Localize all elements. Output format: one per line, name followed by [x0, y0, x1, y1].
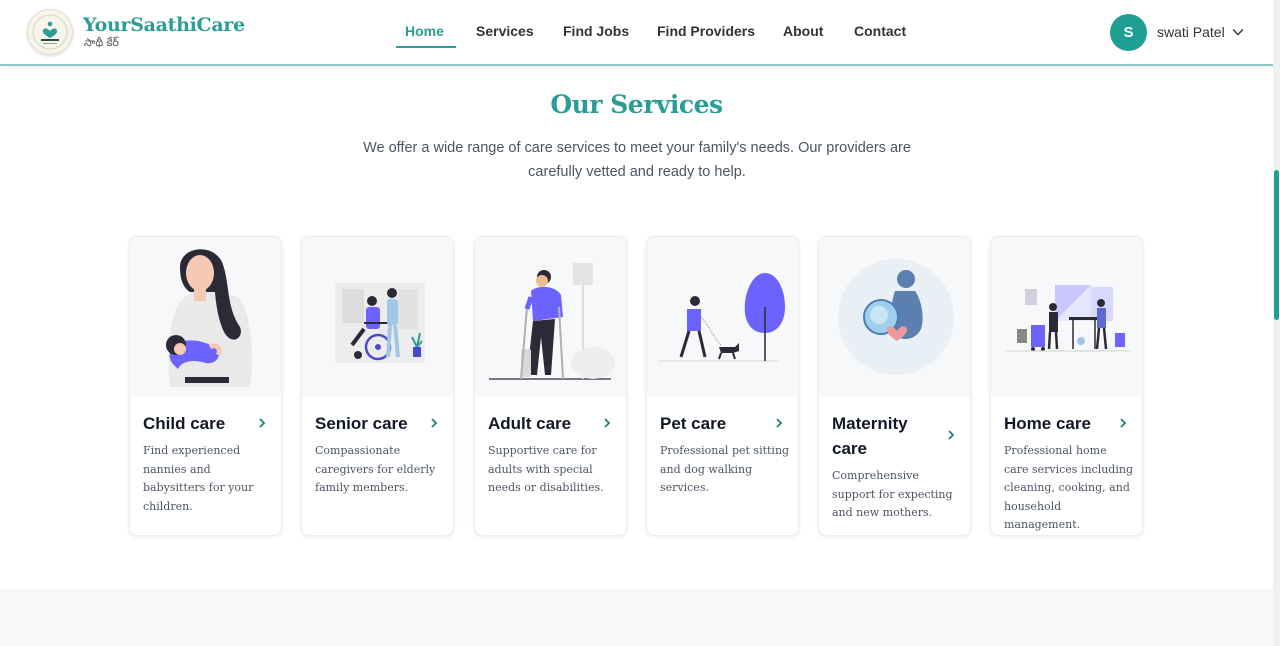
- nav-find-jobs[interactable]: Find Jobs: [563, 23, 629, 39]
- user-avatar[interactable]: S: [1110, 14, 1147, 51]
- section-description: We offer a wide range of care services t…: [363, 140, 911, 180]
- senior-care-illustration: [302, 237, 453, 397]
- nav-contact[interactable]: Contact: [854, 23, 906, 39]
- chevron-right-icon[interactable]: [257, 417, 267, 429]
- chevron-right-icon[interactable]: [946, 429, 956, 441]
- brand-name[interactable]: YourSaathiCare: [83, 14, 245, 36]
- user-name[interactable]: swati Patel: [1157, 24, 1225, 40]
- page-scrollbar[interactable]: [1273, 0, 1280, 646]
- service-card-pet-care[interactable]: Pet care Professional pet sitting and do…: [646, 236, 799, 536]
- card-description: Professional home care services includin…: [1004, 444, 1133, 531]
- chevron-right-icon[interactable]: [429, 417, 439, 429]
- nav-home[interactable]: Home: [405, 23, 444, 39]
- card-description: Find experienced nannies and babysitters…: [143, 444, 254, 513]
- service-card-child-care[interactable]: Child care Find experienced nannies and …: [129, 236, 282, 536]
- chevron-right-icon[interactable]: [602, 417, 612, 429]
- chevron-right-icon[interactable]: [774, 417, 784, 429]
- card-title[interactable]: Maternity care: [832, 411, 942, 461]
- service-card-senior-care[interactable]: Senior care Compassionate caregivers for…: [301, 236, 454, 536]
- card-title[interactable]: Child care: [143, 411, 253, 436]
- pet-care-illustration: [647, 237, 798, 397]
- adult-care-illustration: [475, 237, 626, 397]
- card-title[interactable]: Senior care: [315, 411, 425, 436]
- card-description: Compassionate caregivers for elderly fam…: [315, 444, 436, 494]
- service-card-adult-care[interactable]: Adult care Supportive care for adults wi…: [474, 236, 627, 536]
- scrollbar-thumb[interactable]: [1274, 170, 1279, 320]
- maternity-care-illustration: [819, 237, 970, 397]
- next-section-background: [0, 589, 1273, 646]
- home-care-illustration: [991, 237, 1142, 397]
- top-navbar: YourSaathiCare సాథీ కేర్ Home Services F…: [0, 0, 1273, 66]
- brand-subtitle: సాథీ కేర్: [84, 36, 119, 49]
- active-nav-indicator: [396, 46, 456, 48]
- service-card-home-care[interactable]: Home care Professional home care service…: [990, 236, 1143, 536]
- service-card-maternity-care[interactable]: Maternity care Comprehensive support for…: [818, 236, 971, 536]
- chevron-down-icon[interactable]: [1231, 25, 1245, 39]
- section-title: Our Services: [550, 90, 723, 119]
- brand-logo[interactable]: [27, 9, 73, 55]
- nav-services[interactable]: Services: [476, 23, 534, 39]
- card-title[interactable]: Home care: [1004, 411, 1114, 436]
- child-care-illustration: [130, 237, 281, 397]
- nav-about[interactable]: About: [783, 23, 823, 39]
- nav-find-providers[interactable]: Find Providers: [657, 23, 755, 39]
- chevron-right-icon[interactable]: [1118, 417, 1128, 429]
- card-description: Professional pet sitting and dog walking…: [660, 444, 790, 494]
- card-description: Comprehensive support for expecting and …: [832, 469, 953, 519]
- heart-logo-icon: [32, 14, 68, 50]
- card-description: Supportive care for adults with special …: [488, 444, 604, 494]
- card-title[interactable]: Adult care: [488, 411, 598, 436]
- card-title[interactable]: Pet care: [660, 411, 770, 436]
